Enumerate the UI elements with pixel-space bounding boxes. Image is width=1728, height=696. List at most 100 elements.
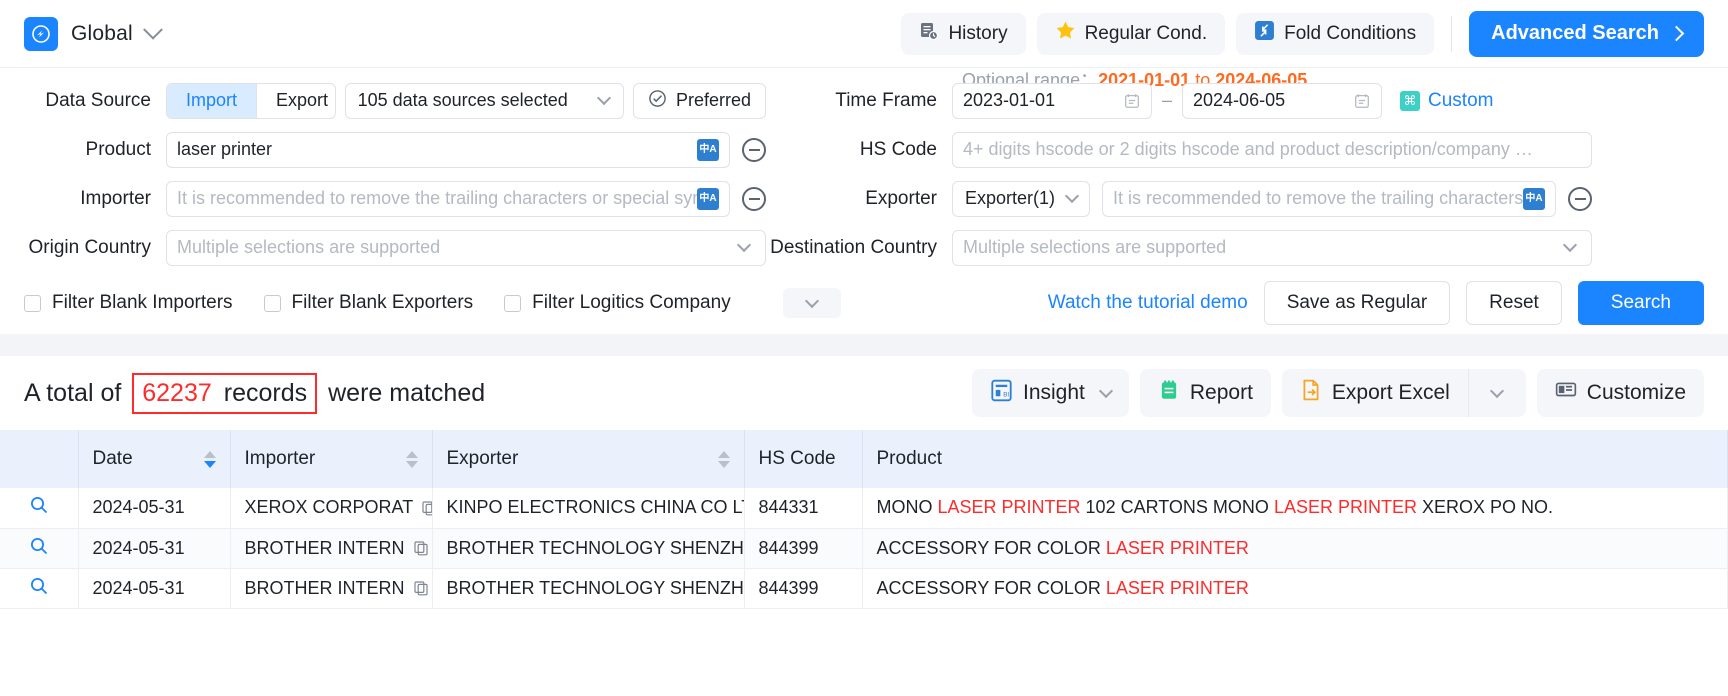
origin-country-select[interactable]: Multiple selections are supported bbox=[166, 229, 766, 266]
import-toggle[interactable]: Import bbox=[167, 83, 257, 118]
table-header-row: Date Importer Exporter HS Code Product bbox=[0, 430, 1728, 488]
product-label: Product bbox=[85, 138, 151, 160]
cell-hs-code: 844399 bbox=[744, 528, 863, 569]
copy-icon[interactable] bbox=[421, 500, 431, 516]
fold-conditions-button[interactable]: Fold Conditions bbox=[1236, 12, 1435, 55]
customize-button[interactable]: Customize bbox=[1536, 369, 1704, 417]
table-col-product: Product bbox=[862, 430, 1728, 488]
report-button[interactable]: Report bbox=[1139, 369, 1271, 417]
table-row[interactable]: 2024-05-31 BROTHER INTERN BROTHER TECHNOLO… bbox=[0, 568, 1728, 609]
chevron-down-icon[interactable] bbox=[143, 19, 163, 40]
row-detail-button[interactable] bbox=[0, 488, 79, 529]
custom-range-button[interactable]: ⌘ Custom bbox=[1400, 90, 1493, 112]
minus-circle-icon[interactable] bbox=[742, 137, 766, 162]
row-detail-button[interactable] bbox=[0, 568, 79, 609]
filters-row: Filter Blank Importers Filter Blank Expo… bbox=[0, 272, 1728, 334]
data-source-toggle[interactable]: Import Export bbox=[166, 82, 336, 119]
advanced-search-button[interactable]: Advanced Search bbox=[1469, 10, 1704, 57]
copy-icon[interactable] bbox=[413, 540, 429, 556]
results-summary: A total of 62237 records were matched bbox=[24, 372, 485, 414]
search-icon[interactable] bbox=[29, 576, 49, 601]
hs-code-input[interactable]: 4+ digits hscode or 2 digits hscode and … bbox=[952, 131, 1592, 168]
filter-blank-exporters-checkbox[interactable]: Filter Blank Exporters bbox=[263, 292, 473, 314]
data-sources-select[interactable]: 105 data sources selected bbox=[344, 82, 624, 119]
globe-icon[interactable] bbox=[24, 16, 58, 51]
preferred-label: Preferred bbox=[675, 90, 751, 110]
table-row[interactable]: 2024-05-31 BROTHER INTERN BROTHER TECHNOLO… bbox=[0, 528, 1728, 569]
exporter-label: Exporter bbox=[865, 187, 937, 209]
search-form: Optional range：2021-01-01 to 2024-06-05 … bbox=[0, 68, 1728, 272]
time-frame-from-input[interactable]: 2023-01-01 bbox=[952, 82, 1152, 119]
cell-hs-code: 844331 bbox=[744, 488, 863, 529]
time-frame-to-value: 2024-06-05 bbox=[1193, 90, 1286, 110]
search-icon[interactable] bbox=[29, 536, 49, 561]
report-label: Report bbox=[1189, 381, 1253, 404]
sort-toggle-exporter[interactable] bbox=[717, 450, 730, 468]
regular-cond-button[interactable]: Regular Cond. bbox=[1036, 12, 1226, 55]
chevron-down-icon bbox=[804, 293, 819, 309]
filter-logistics-company-checkbox[interactable]: Filter Logitics Company bbox=[504, 292, 731, 314]
preferred-button[interactable]: Preferred bbox=[632, 82, 766, 119]
filter-blank-importers-checkbox[interactable]: Filter Blank Importers bbox=[24, 292, 233, 314]
insight-button[interactable]: BI Insight bbox=[972, 369, 1129, 417]
filter-blank-importers-label: Filter Blank Importers bbox=[52, 292, 233, 313]
product-input[interactable]: laser printer 中A bbox=[166, 131, 730, 168]
chevron-right-icon bbox=[1668, 25, 1685, 42]
toolbar-divider bbox=[1451, 15, 1453, 52]
table-body: 2024-05-31 XEROX CORPORAT KINPO ELECTRONIC… bbox=[0, 488, 1728, 609]
check-circle-icon bbox=[648, 89, 667, 113]
table-col-date[interactable]: Date bbox=[78, 430, 231, 488]
minus-circle-icon[interactable] bbox=[1568, 186, 1593, 211]
translate-icon[interactable]: 中A bbox=[697, 187, 719, 210]
table-col-magnifier bbox=[0, 430, 79, 488]
table-col-hs-code: HS Code bbox=[744, 430, 863, 488]
save-as-regular-button[interactable]: Save as Regular bbox=[1263, 281, 1451, 325]
app-root: Global History Regular Cond. Fold Condit… bbox=[0, 0, 1728, 696]
export-excel-label: Export Excel bbox=[1331, 381, 1450, 404]
table-row[interactable]: 2024-05-31 XEROX CORPORAT KINPO ELECTRONIC… bbox=[0, 488, 1728, 529]
table-col-exporter-label: Exporter bbox=[446, 448, 519, 469]
star-icon bbox=[1055, 20, 1076, 47]
translate-icon[interactable]: 中A bbox=[1523, 187, 1546, 210]
time-frame-to-input[interactable]: 2024-06-05 bbox=[1182, 82, 1383, 119]
results-toolbar: BI Insight Report Export Excel Customize bbox=[972, 369, 1704, 417]
results-bar: A total of 62237 records were matched BI… bbox=[0, 356, 1728, 430]
exporter-mode-select[interactable]: Exporter(1) bbox=[952, 180, 1091, 217]
search-icon[interactable] bbox=[29, 495, 49, 520]
exporter-value: KINPO ELECTRONICS CHINA CO LT bbox=[446, 497, 744, 518]
product-text: MONO bbox=[876, 497, 938, 518]
data-sources-value: 105 data sources selected bbox=[357, 90, 568, 110]
row-importer-exporter: Importer It is recommended to remove the… bbox=[24, 174, 1704, 223]
table-col-exporter[interactable]: Exporter bbox=[432, 430, 745, 488]
checkbox-icon bbox=[504, 294, 522, 312]
hs-code-placeholder: 4+ digits hscode or 2 digits hscode and … bbox=[963, 139, 1533, 159]
export-excel-button[interactable]: Export Excel bbox=[1281, 369, 1468, 417]
reset-button[interactable]: Reset bbox=[1466, 281, 1562, 325]
history-button[interactable]: History bbox=[901, 12, 1026, 55]
export-excel-dropdown[interactable] bbox=[1467, 369, 1526, 417]
search-button[interactable]: Search bbox=[1577, 281, 1704, 325]
export-toggle[interactable]: Export bbox=[256, 83, 335, 118]
exporter-input[interactable]: It is recommended to remove the trailing… bbox=[1102, 180, 1557, 217]
table-col-importer[interactable]: Importer bbox=[230, 430, 433, 488]
date-range-dash: – bbox=[1162, 90, 1173, 110]
expand-filters-button[interactable] bbox=[782, 288, 841, 318]
sort-toggle-date[interactable] bbox=[203, 450, 216, 468]
row-detail-button[interactable] bbox=[0, 528, 79, 569]
custom-icon: ⌘ bbox=[1400, 90, 1421, 111]
table-col-date-label: Date bbox=[92, 448, 133, 469]
translate-icon[interactable]: 中A bbox=[697, 138, 719, 161]
destination-country-select[interactable]: Multiple selections are supported bbox=[952, 229, 1592, 266]
importer-input[interactable]: It is recommended to remove the trailing… bbox=[166, 180, 730, 217]
row-countries: Origin Country Multiple selections are s… bbox=[24, 223, 1704, 272]
sort-asc-icon bbox=[203, 450, 216, 458]
chevron-down-icon bbox=[1098, 383, 1113, 399]
copy-icon[interactable] bbox=[413, 580, 429, 596]
sort-toggle-importer[interactable] bbox=[405, 450, 418, 468]
cell-product: ACCESSORY FOR COLOR LASER PRINTER bbox=[862, 528, 1728, 569]
minus-circle-icon[interactable] bbox=[742, 186, 766, 211]
tutorial-link[interactable]: Watch the tutorial demo bbox=[1048, 292, 1248, 314]
exporter-value: BROTHER TECHNOLOGY SHENZH bbox=[446, 537, 744, 558]
table-col-importer-label: Importer bbox=[244, 448, 316, 469]
chevron-down-icon bbox=[1490, 383, 1505, 399]
